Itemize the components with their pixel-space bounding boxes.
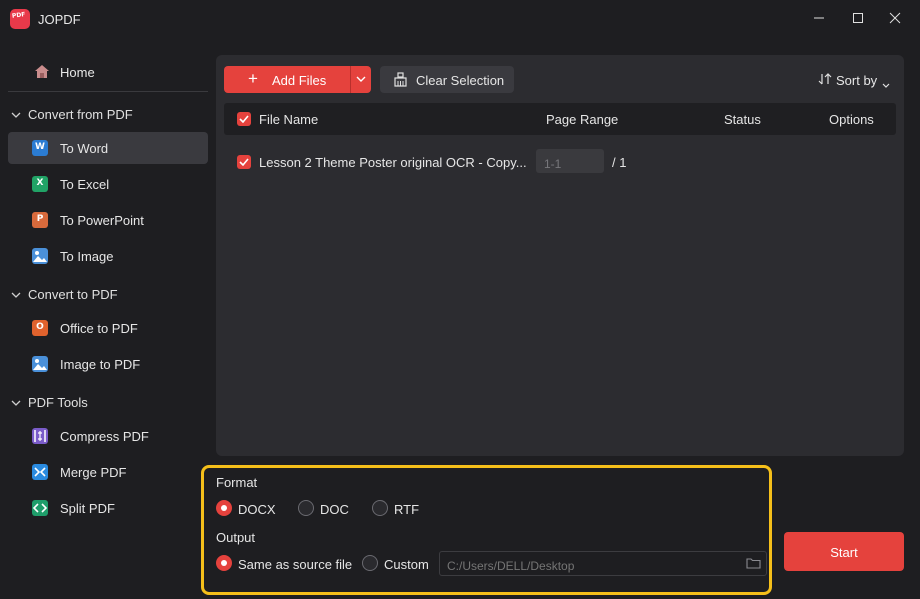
output-custom-radio[interactable]	[362, 555, 378, 571]
sidebar-item-to-powerpoint[interactable]: P To PowerPoint	[8, 204, 208, 236]
table-row[interactable]: Lesson 2 Theme Poster original OCR - Cop…	[224, 147, 896, 177]
file-list-panel: + Add Files Clear Selection Sort by File…	[216, 55, 904, 456]
sidebar-item-merge-pdf[interactable]: Merge PDF	[8, 456, 208, 488]
folder-icon[interactable]	[746, 557, 761, 572]
output-label: Output	[216, 530, 256, 545]
chevron-down-icon	[11, 108, 21, 123]
sidebar-item-to-word[interactable]: W To Word	[8, 132, 208, 164]
page-total: / 1	[612, 155, 627, 170]
merge-icon	[32, 464, 48, 480]
page-range-input[interactable]	[536, 149, 604, 173]
chevron-down-icon	[356, 76, 366, 82]
check-icon	[239, 115, 249, 123]
format-docx-label[interactable]: DOCX	[238, 502, 276, 517]
section-convert-to-pdf[interactable]: Convert to PDF	[8, 282, 208, 306]
close-icon	[889, 12, 901, 24]
file-name: Lesson 2 Theme Poster original OCR - Cop…	[259, 155, 527, 170]
sidebar-item-label: Home	[60, 65, 95, 80]
select-all-checkbox[interactable]	[237, 112, 251, 126]
image-icon	[32, 356, 48, 372]
image-icon	[32, 248, 48, 264]
office-icon: O	[32, 320, 48, 336]
sidebar-item-home[interactable]: Home	[8, 57, 208, 87]
column-header-file-name[interactable]: File Name	[259, 112, 318, 127]
sidebar: Home Convert from PDF W To Word X To Exc…	[0, 38, 216, 599]
split-icon	[32, 500, 48, 516]
table-header: File Name Page Range Status Options	[224, 103, 896, 135]
format-doc-radio[interactable]	[298, 500, 314, 516]
plus-icon: +	[248, 69, 258, 88]
start-button[interactable]: Start	[784, 532, 904, 571]
word-icon: W	[32, 140, 48, 156]
sort-icon	[818, 72, 832, 89]
home-icon	[33, 63, 51, 82]
output-same-as-source-label[interactable]: Same as source file	[238, 557, 352, 572]
title-bar: PDF JOPDF	[0, 0, 920, 38]
maximize-button[interactable]	[847, 8, 869, 30]
row-checkbox[interactable]	[237, 155, 251, 169]
maximize-icon	[853, 13, 863, 23]
sort-by-button[interactable]: Sort by	[816, 66, 896, 93]
chevron-down-icon	[11, 396, 21, 411]
app-title: JOPDF	[38, 12, 81, 27]
broom-icon	[393, 72, 408, 90]
sidebar-divider	[8, 91, 208, 92]
app-logo-icon: PDF	[10, 9, 30, 29]
chevron-down-icon	[882, 77, 890, 92]
minimize-button[interactable]	[808, 8, 830, 30]
output-path-input[interactable]	[439, 551, 767, 576]
section-convert-from-pdf[interactable]: Convert from PDF	[8, 102, 208, 126]
sidebar-item-image-to-pdf[interactable]: Image to PDF	[8, 348, 208, 380]
chevron-down-icon	[11, 288, 21, 303]
compress-icon	[32, 428, 48, 444]
sidebar-item-split-pdf[interactable]: Split PDF	[8, 492, 208, 524]
output-same-as-source-radio[interactable]	[216, 555, 232, 571]
minimize-icon	[814, 17, 824, 19]
sidebar-item-to-image[interactable]: To Image	[8, 240, 208, 272]
excel-icon: X	[32, 176, 48, 192]
clear-selection-button[interactable]: Clear Selection	[380, 66, 514, 93]
column-header-options: Options	[829, 112, 874, 127]
format-docx-radio[interactable]	[216, 500, 232, 516]
column-header-status: Status	[724, 112, 761, 127]
sidebar-item-office-to-pdf[interactable]: O Office to PDF	[8, 312, 208, 344]
check-icon	[239, 158, 249, 166]
format-doc-label[interactable]: DOC	[320, 502, 349, 517]
sidebar-item-compress-pdf[interactable]: Compress PDF	[8, 420, 208, 452]
column-header-page-range: Page Range	[546, 112, 619, 127]
sidebar-item-to-excel[interactable]: X To Excel	[8, 168, 208, 200]
close-button[interactable]	[884, 8, 906, 30]
format-rtf-radio[interactable]	[372, 500, 388, 516]
format-rtf-label[interactable]: RTF	[394, 502, 419, 517]
format-label: Format	[216, 475, 258, 490]
section-pdf-tools[interactable]: PDF Tools	[8, 390, 208, 414]
powerpoint-icon: P	[32, 212, 48, 228]
add-files-dropdown-button[interactable]	[350, 66, 371, 93]
output-custom-label[interactable]: Custom	[384, 557, 429, 572]
add-files-button[interactable]: + Add Files	[224, 66, 350, 93]
